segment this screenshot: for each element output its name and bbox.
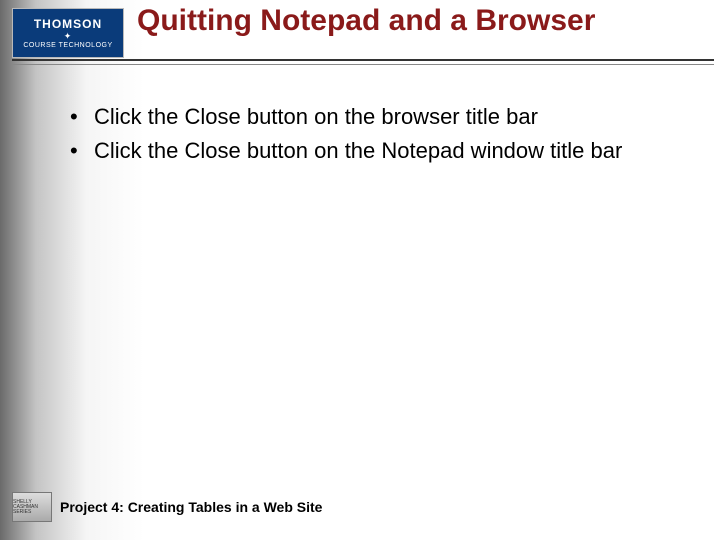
divider-thick [12, 59, 714, 61]
logo-brand-bottom: COURSE TECHNOLOGY [23, 42, 112, 49]
bullet-icon: • [70, 102, 94, 132]
header: THOMSON ✦ COURSE TECHNOLOGY Quitting Not… [0, 0, 720, 60]
logo-star-icon: ✦ [64, 32, 73, 41]
bullet-text: Click the Close button on the browser ti… [94, 102, 680, 132]
divider-thin [12, 64, 714, 65]
slide-title: Quitting Notepad and a Browser [137, 4, 707, 38]
list-item: • Click the Close button on the browser … [70, 102, 680, 132]
slide: THOMSON ✦ COURSE TECHNOLOGY Quitting Not… [0, 0, 720, 540]
logo-brand-top: THOMSON [34, 17, 102, 31]
bullet-text: Click the Close button on the Notepad wi… [94, 136, 680, 166]
series-logo-text: SHELLY CASHMAN SERIES [13, 500, 51, 515]
bullet-list: • Click the Close button on the browser … [70, 102, 680, 171]
thomson-logo: THOMSON ✦ COURSE TECHNOLOGY [12, 8, 124, 58]
footer: SHELLY CASHMAN SERIES Project 4: Creatin… [12, 492, 712, 522]
series-logo: SHELLY CASHMAN SERIES [12, 492, 52, 522]
footer-text: Project 4: Creating Tables in a Web Site [60, 499, 322, 515]
bullet-icon: • [70, 136, 94, 166]
list-item: • Click the Close button on the Notepad … [70, 136, 680, 166]
